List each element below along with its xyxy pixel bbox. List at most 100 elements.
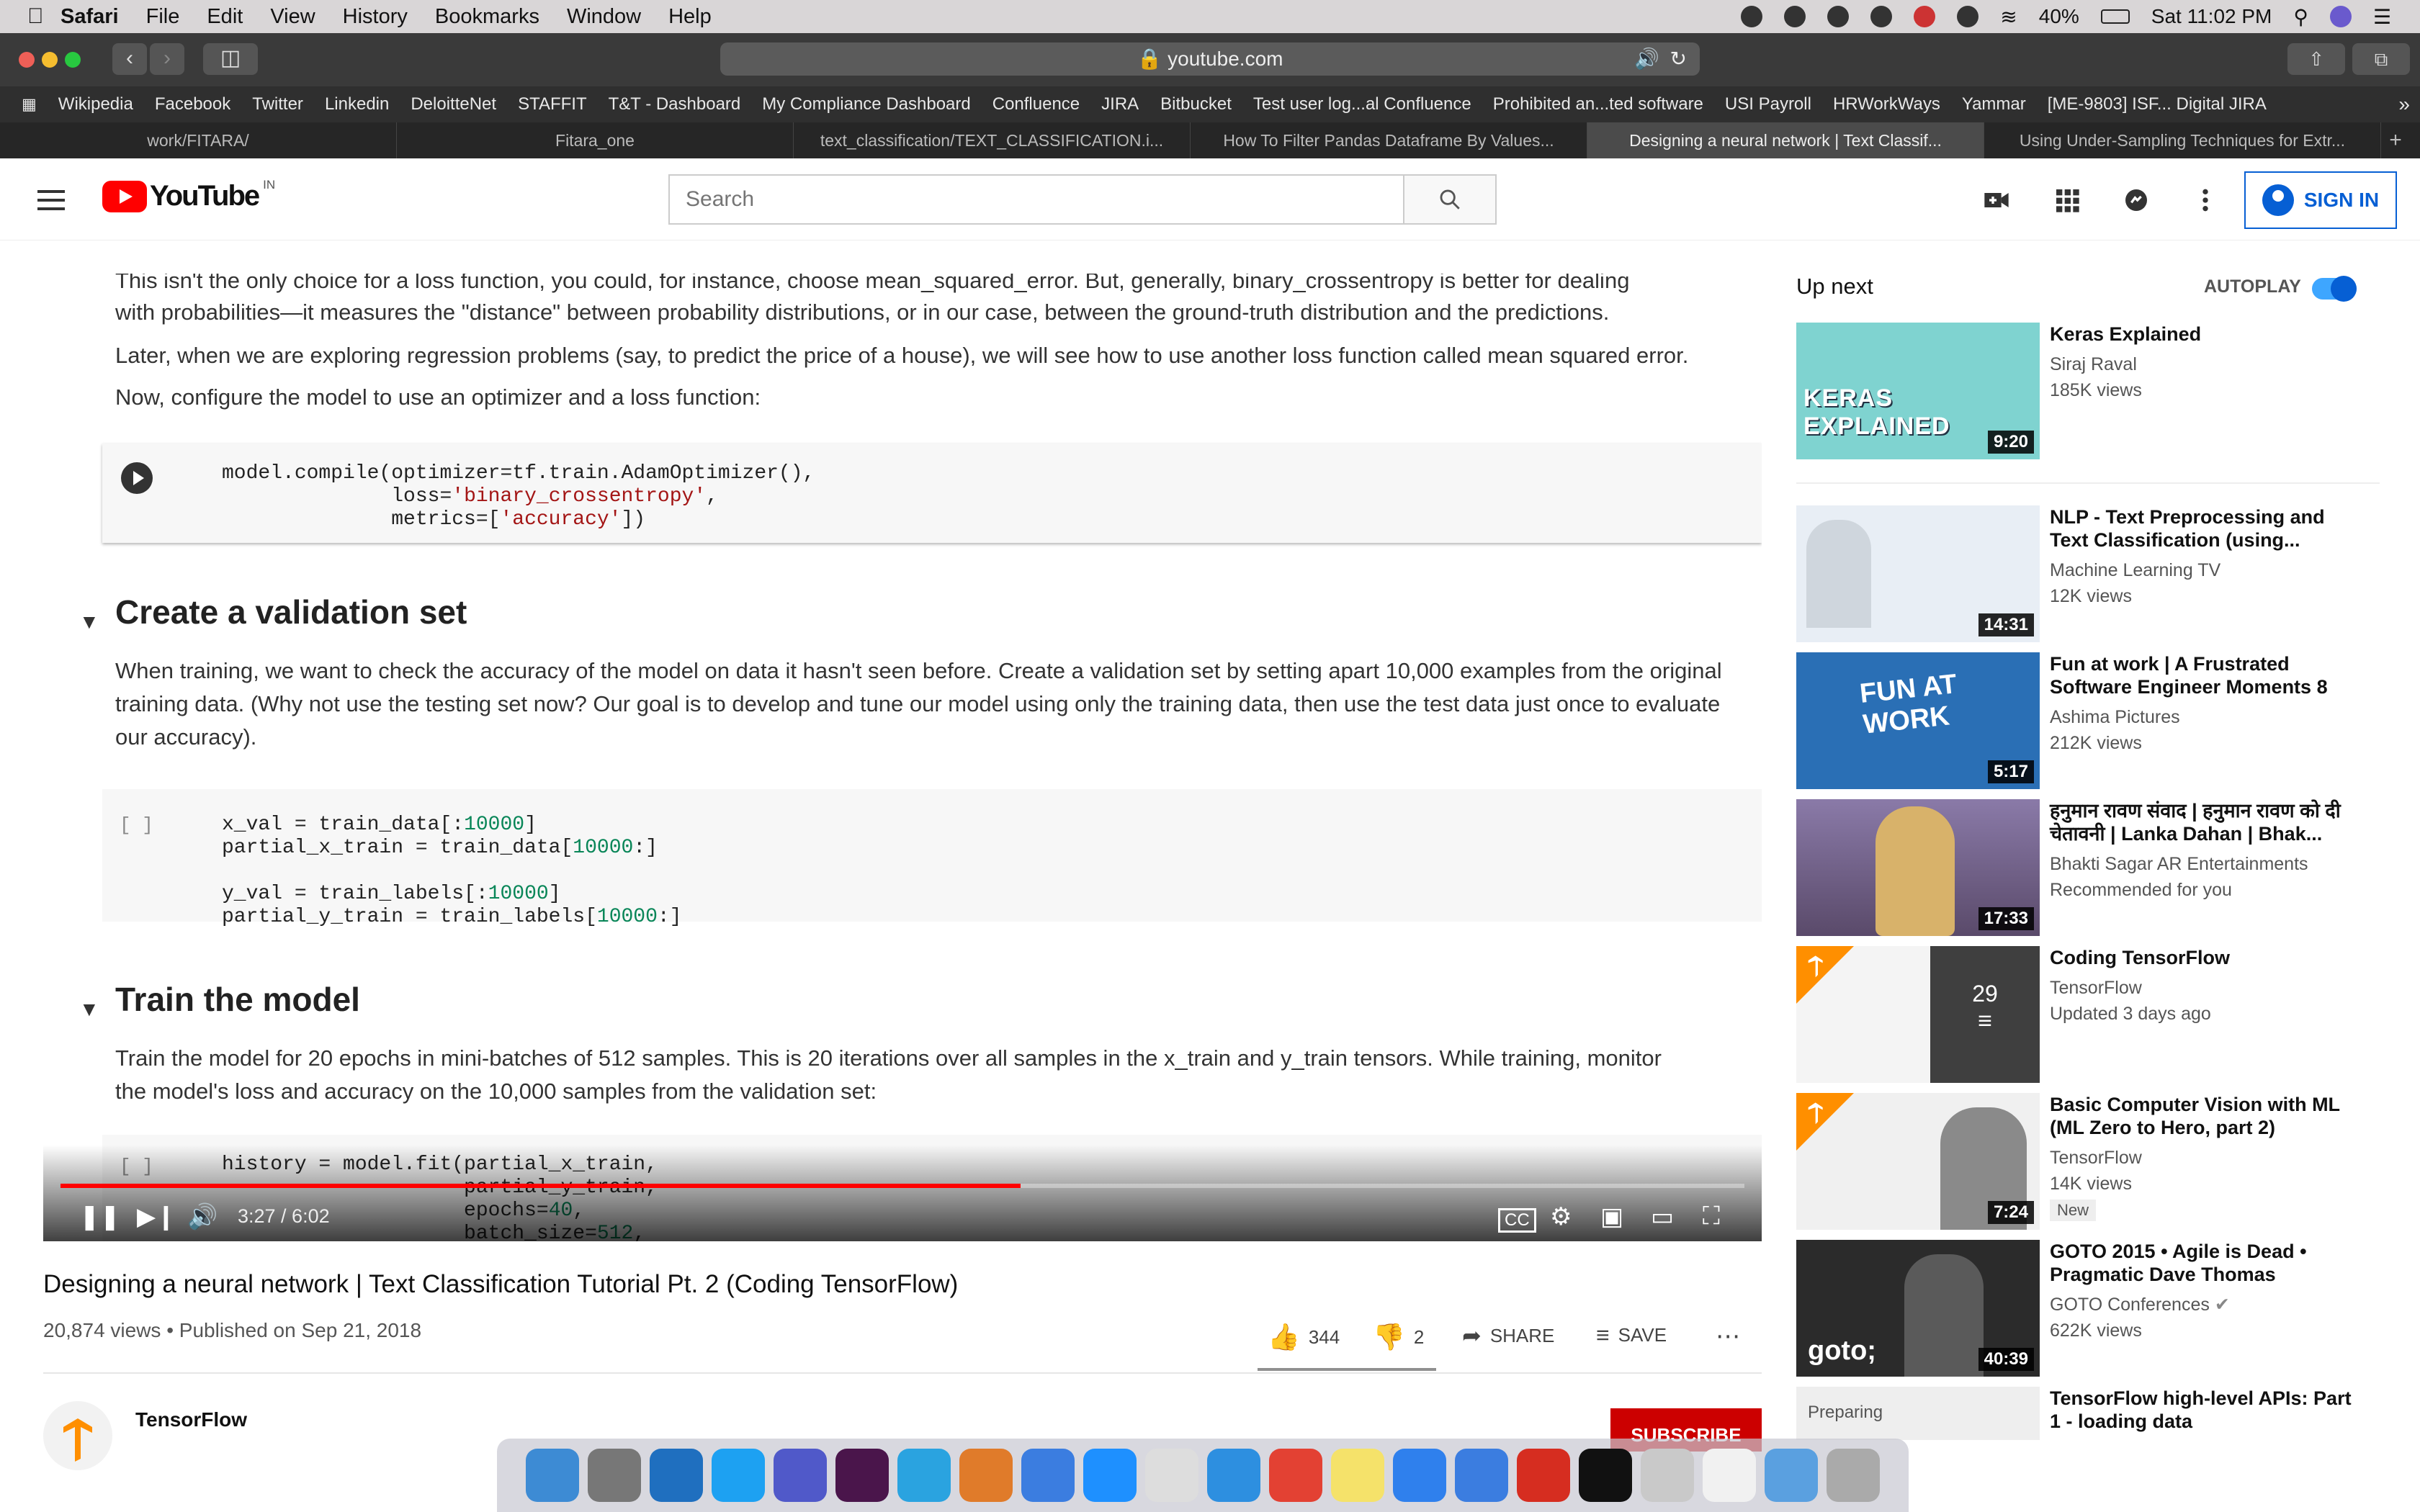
teams-icon[interactable] xyxy=(774,1449,827,1502)
safari-icon[interactable] xyxy=(1207,1449,1260,1502)
sign-in-button[interactable]: SIGN IN xyxy=(2244,171,2397,229)
favorite-link[interactable]: [ME-9803] ISF... Digital JIRA xyxy=(2048,94,2267,114)
status-icon[interactable] xyxy=(1957,6,1979,27)
new-tab-button[interactable]: + xyxy=(2381,122,2410,158)
video-title[interactable]: GOTO 2015 • Agile is Dead • Pragmatic Da… xyxy=(2050,1240,2367,1286)
menu-window[interactable]: Window xyxy=(567,5,641,29)
youtube-logo[interactable]: YouTube IN xyxy=(102,178,275,212)
speaker-icon[interactable]: 🔊 xyxy=(1634,42,1659,76)
top-sites-icon[interactable]: ▦ xyxy=(22,95,37,114)
status-icon[interactable] xyxy=(1827,6,1850,27)
messages-icon[interactable] xyxy=(2122,186,2151,215)
apple-icon[interactable]:  xyxy=(27,4,60,29)
favorite-link[interactable]: Prohibited an...ted software xyxy=(1493,94,1703,114)
next-icon[interactable]: ▶❙ xyxy=(137,1202,176,1231)
more-actions-icon[interactable]: ⋯ xyxy=(1716,1322,1740,1351)
create-video-icon[interactable] xyxy=(1982,186,2011,215)
menu-file[interactable]: File xyxy=(146,5,180,29)
browser-tab[interactable]: Using Under-Sampling Techniques for Extr… xyxy=(1984,122,2381,158)
video-title[interactable]: TensorFlow high-level APIs: Part 1 - loa… xyxy=(2050,1387,2367,1433)
battery-percent[interactable]: 40% xyxy=(2039,5,2079,28)
save-button[interactable]: ≡ SAVE xyxy=(1596,1322,1667,1349)
favorite-link[interactable]: Twitter xyxy=(252,94,303,114)
favorite-link[interactable]: DeloitteNet xyxy=(411,94,496,114)
video-player[interactable]: This isn't the only choice for a loss fu… xyxy=(43,274,1762,1241)
status-icon[interactable] xyxy=(1870,6,1893,27)
battery-icon[interactable] xyxy=(2100,9,2130,24)
reload-icon[interactable]: ↻ xyxy=(1670,42,1687,76)
hamburger-menu-icon[interactable] xyxy=(37,190,65,210)
browser-tab-active[interactable]: Designing a neural network | Text Classi… xyxy=(1587,122,1984,158)
back-button[interactable]: ‹ xyxy=(112,43,147,75)
skype-icon[interactable] xyxy=(712,1449,765,1502)
more-options-icon[interactable] xyxy=(2191,186,2220,215)
video-thumbnail[interactable]: 17:33 xyxy=(1796,799,2040,936)
browser-tab[interactable]: work/FITARA/ xyxy=(0,122,397,158)
search-button[interactable] xyxy=(1403,176,1495,223)
favorite-link[interactable]: JIRA xyxy=(1101,94,1139,114)
video-title[interactable]: हनुमान रावण संवाद | हनुमान रावण को दी चे… xyxy=(2050,799,2367,845)
app-store-icon[interactable] xyxy=(1393,1449,1446,1502)
up-next-video[interactable]: 14:31 NLP - Text Preprocessing and Text … xyxy=(1796,505,2380,642)
favorite-link[interactable]: T&T - Dashboard xyxy=(609,94,741,114)
status-icon[interactable] xyxy=(1914,6,1936,27)
outlook-icon[interactable] xyxy=(650,1449,703,1502)
menu-edit[interactable]: Edit xyxy=(207,5,243,29)
telegram-icon[interactable] xyxy=(897,1449,951,1502)
video-thumbnail[interactable]: 14:31 xyxy=(1796,505,2040,642)
theater-mode-icon[interactable]: ▭ xyxy=(1651,1202,1674,1231)
favorite-link[interactable]: Test user log...al Confluence xyxy=(1253,94,1471,114)
browser-tab[interactable]: How To Filter Pandas Dataframe By Values… xyxy=(1191,122,1587,158)
video-title[interactable]: Fun at work | A Frustrated Software Engi… xyxy=(2050,652,2367,698)
show-tabs-icon[interactable]: ⧉ xyxy=(2352,43,2410,75)
settings-gear-icon[interactable]: ⚙ xyxy=(1550,1202,1572,1231)
favorite-link[interactable]: Linkedin xyxy=(325,94,389,114)
video-title[interactable]: Keras Explained xyxy=(2050,323,2367,346)
favorite-link[interactable]: My Compliance Dashboard xyxy=(762,94,970,114)
jar-app-icon[interactable] xyxy=(1145,1449,1198,1502)
favorite-link[interactable]: USI Payroll xyxy=(1725,94,1811,114)
system-preferences-icon[interactable] xyxy=(588,1449,641,1502)
address-bar[interactable]: 🔒 youtube.com 🔊 ↻ xyxy=(720,42,1700,76)
captions-icon[interactable]: CC xyxy=(1498,1208,1536,1233)
menu-help[interactable]: Help xyxy=(668,5,712,29)
favorite-link[interactable]: Confluence xyxy=(992,94,1080,114)
video-title[interactable]: Basic Computer Vision with ML (ML Zero t… xyxy=(2050,1093,2367,1139)
autoplay-toggle[interactable] xyxy=(2312,276,2357,302)
xcode-icon[interactable] xyxy=(1021,1449,1075,1502)
chrome-icon[interactable] xyxy=(1269,1449,1322,1502)
favorite-link[interactable]: Facebook xyxy=(155,94,230,114)
downloads-folder-icon[interactable] xyxy=(1765,1449,1818,1502)
notification-center-icon[interactable]: ☰ xyxy=(2373,5,2391,29)
up-next-video[interactable]: FUN AT WORK 5:17 Fun at work | A Frustra… xyxy=(1796,652,2380,789)
terminal-icon[interactable] xyxy=(1579,1449,1632,1502)
more-favorites-icon[interactable]: » xyxy=(2398,93,2410,116)
playlist-title[interactable]: Coding TensorFlow xyxy=(2050,946,2367,969)
favorite-link[interactable]: Wikipedia xyxy=(58,94,133,114)
favorite-link[interactable]: Yammar xyxy=(1962,94,2026,114)
up-next-video[interactable]: 7:24 Basic Computer Vision with ML (ML Z… xyxy=(1796,1093,2380,1230)
progress-bar[interactable] xyxy=(60,1184,1744,1188)
up-next-video[interactable]: goto; 40:39 GOTO 2015 • Agile is Dead • … xyxy=(1796,1240,2380,1377)
search-input[interactable] xyxy=(670,176,1403,223)
video-thumbnail[interactable]: KERAS EXPLAINED 9:20 xyxy=(1796,323,2040,459)
playlist-thumbnail[interactable]: 29 ≡ xyxy=(1796,946,2040,1083)
up-next-video[interactable]: 17:33 हनुमान रावण संवाद | हनुमान रावण को… xyxy=(1796,799,2380,936)
browser-tab[interactable]: text_classification/TEXT_CLASSIFICATION.… xyxy=(794,122,1191,158)
fullscreen-icon[interactable]: ⛶ xyxy=(1703,1202,1720,1230)
video-thumbnail[interactable]: 7:24 xyxy=(1796,1093,2040,1230)
channel-name[interactable]: TensorFlow xyxy=(135,1408,247,1431)
video-thumbnail[interactable]: FUN AT WORK 5:17 xyxy=(1796,652,2040,789)
dislike-button[interactable]: 👎 2 xyxy=(1373,1322,1424,1352)
video-thumbnail[interactable]: goto; 40:39 xyxy=(1796,1240,2040,1377)
status-icon[interactable] xyxy=(1784,6,1806,27)
wifi-icon[interactable]: ≋ xyxy=(2000,5,2017,29)
volume-icon[interactable]: 🔊 xyxy=(187,1202,218,1231)
status-icon[interactable] xyxy=(1741,6,1763,27)
video-title[interactable]: NLP - Text Preprocessing and Text Classi… xyxy=(2050,505,2367,552)
xcode-icon[interactable] xyxy=(1455,1449,1508,1502)
trash-icon[interactable] xyxy=(1827,1449,1880,1502)
menu-bookmarks[interactable]: Bookmarks xyxy=(435,5,539,29)
share-icon[interactable]: ⇧ xyxy=(2287,43,2345,75)
browser-tab[interactable]: Fitara_one xyxy=(397,122,794,158)
